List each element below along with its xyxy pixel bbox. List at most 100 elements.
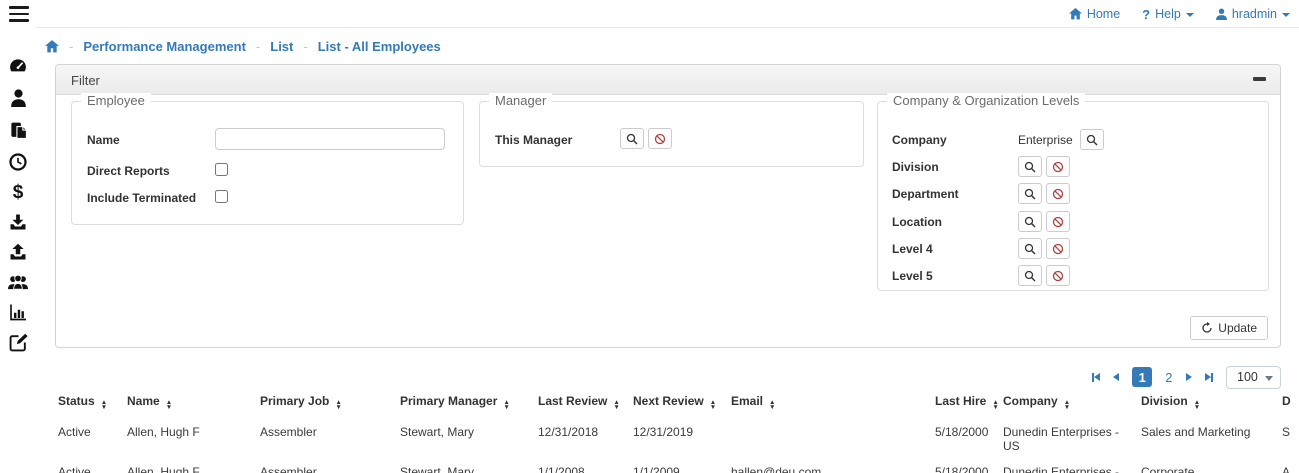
- cell-clipped: A: [1282, 460, 1299, 473]
- sidebar-item-export[interactable]: [8, 242, 28, 262]
- manager-search-button[interactable]: [620, 128, 644, 149]
- sort-icon: ▲▼: [1194, 401, 1200, 410]
- cell-email: hallen@deu.com: [731, 460, 935, 473]
- next-page-button[interactable]: [1186, 373, 1192, 381]
- direct-reports-checkbox[interactable]: [215, 163, 228, 176]
- sort-icon: ▲▼: [166, 401, 172, 410]
- sidebar-item-documents[interactable]: [8, 120, 28, 140]
- cell-primary-manager: Stewart, Mary: [400, 420, 538, 460]
- col-next-review[interactable]: Next Review▲▼: [633, 390, 731, 420]
- cell-last-hire: 5/18/2000: [935, 460, 1003, 473]
- level-5-clear-button[interactable]: [1046, 265, 1070, 286]
- filter-panel-title: Filter: [71, 73, 100, 88]
- sort-icon: ▲▼: [769, 401, 775, 410]
- cell-name: Allen, Hugh F: [127, 420, 260, 460]
- user-icon: [10, 89, 27, 107]
- level-5-label: Level 5: [892, 269, 933, 283]
- sidebar-item-groups[interactable]: [8, 272, 28, 292]
- nav-help-menu[interactable]: ? Help: [1142, 7, 1194, 22]
- division-search-button[interactable]: [1018, 156, 1042, 177]
- level-4-clear-button[interactable]: [1046, 238, 1070, 259]
- division-label: Division: [892, 160, 939, 174]
- breadcrumb-list[interactable]: List: [270, 39, 293, 54]
- search-icon: [1024, 188, 1036, 200]
- menu-toggle-icon[interactable]: [9, 6, 29, 22]
- sort-icon: ▲▼: [503, 401, 509, 410]
- refresh-icon: [1201, 322, 1213, 334]
- col-primary-job[interactable]: Primary Job▲▼: [260, 390, 400, 420]
- nav-home-link[interactable]: Home: [1069, 7, 1120, 21]
- cell-primary-job: Assembler: [260, 460, 400, 473]
- department-clear-button[interactable]: [1046, 183, 1070, 204]
- cell-status: Active: [58, 460, 127, 473]
- search-icon: [1024, 161, 1036, 173]
- nav-user-menu[interactable]: hradmin: [1216, 7, 1290, 21]
- filter-panel: Filter Employee Name Direct Reports Incl…: [55, 64, 1281, 348]
- col-last-hire[interactable]: Last Hire▲▼: [935, 390, 1003, 420]
- breadcrumb-separator: -: [69, 39, 73, 54]
- upload-icon: [9, 243, 27, 261]
- sort-icon: ▲▼: [710, 401, 716, 410]
- sidebar-item-import[interactable]: [8, 212, 28, 232]
- col-clipped[interactable]: D: [1282, 390, 1299, 420]
- collapse-panel-icon[interactable]: [1253, 77, 1266, 81]
- col-last-review[interactable]: Last Review▲▼: [538, 390, 633, 420]
- page-2-button[interactable]: 2: [1165, 370, 1172, 385]
- table-row[interactable]: Active Allen, Hugh F Assembler Stewart, …: [58, 460, 1299, 473]
- sidebar-item-reports[interactable]: [8, 302, 28, 322]
- previous-page-button[interactable]: [1113, 373, 1119, 381]
- update-button-label: Update: [1218, 321, 1257, 335]
- sidebar-item-employees[interactable]: [8, 88, 28, 108]
- breadcrumb-list-all-employees[interactable]: List - All Employees: [318, 39, 441, 54]
- manager-clear-button[interactable]: [648, 128, 672, 149]
- home-icon[interactable]: [45, 40, 59, 53]
- col-email[interactable]: Email▲▼: [731, 390, 935, 420]
- nav-help-label: Help: [1155, 7, 1181, 21]
- col-division[interactable]: Division▲▼: [1141, 390, 1282, 420]
- page-size-select[interactable]: 100: [1226, 366, 1281, 389]
- level-5-search-button[interactable]: [1018, 265, 1042, 286]
- search-icon: [626, 133, 638, 145]
- include-terminated-label: Include Terminated: [87, 191, 196, 205]
- company-search-button[interactable]: [1080, 129, 1104, 150]
- org-levels-legend: Company & Organization Levels: [887, 93, 1085, 108]
- col-name[interactable]: Name▲▼: [127, 390, 260, 420]
- department-search-button[interactable]: [1018, 183, 1042, 204]
- filter-panel-header: Filter: [56, 65, 1280, 95]
- include-terminated-checkbox[interactable]: [215, 190, 228, 203]
- col-company[interactable]: Company▲▼: [1003, 390, 1141, 420]
- breadcrumb-performance-management[interactable]: Performance Management: [83, 39, 246, 54]
- edit-icon: [9, 333, 28, 352]
- ban-icon: [1052, 243, 1064, 255]
- sidebar-item-time[interactable]: [8, 152, 28, 172]
- level-4-search-button[interactable]: [1018, 238, 1042, 259]
- dashboard-icon: [8, 56, 28, 76]
- sidebar-item-compensation[interactable]: $: [8, 182, 28, 202]
- clock-icon: [9, 153, 27, 171]
- col-primary-manager[interactable]: Primary Manager▲▼: [400, 390, 538, 420]
- name-input[interactable]: [215, 128, 445, 150]
- col-status[interactable]: Status▲▼: [58, 390, 127, 420]
- employee-legend: Employee: [81, 93, 151, 108]
- cell-primary-job: Assembler: [260, 420, 400, 460]
- last-page-button[interactable]: [1205, 373, 1214, 382]
- cell-next-review: 12/31/2019: [633, 420, 731, 460]
- update-button[interactable]: Update: [1190, 316, 1268, 340]
- level-4-label: Level 4: [892, 242, 933, 256]
- cell-division: Sales and Marketing: [1141, 420, 1282, 460]
- people-icon: [8, 273, 28, 291]
- sidebar-item-dashboard[interactable]: [8, 56, 28, 76]
- ban-icon: [654, 133, 666, 145]
- page-1-button[interactable]: 1: [1132, 367, 1152, 387]
- user-icon: [1216, 8, 1227, 20]
- pagination: 1 2 100: [1092, 365, 1281, 389]
- sidebar-item-reviews[interactable]: [8, 332, 28, 352]
- division-clear-button[interactable]: [1046, 156, 1070, 177]
- first-page-button[interactable]: [1092, 373, 1101, 382]
- page-size-value: 100: [1237, 370, 1258, 384]
- this-manager-label: This Manager: [495, 133, 572, 147]
- location-search-button[interactable]: [1018, 211, 1042, 232]
- table-row[interactable]: Active Allen, Hugh F Assembler Stewart, …: [58, 420, 1299, 460]
- location-clear-button[interactable]: [1046, 211, 1070, 232]
- cell-next-review: 1/1/2009: [633, 460, 731, 473]
